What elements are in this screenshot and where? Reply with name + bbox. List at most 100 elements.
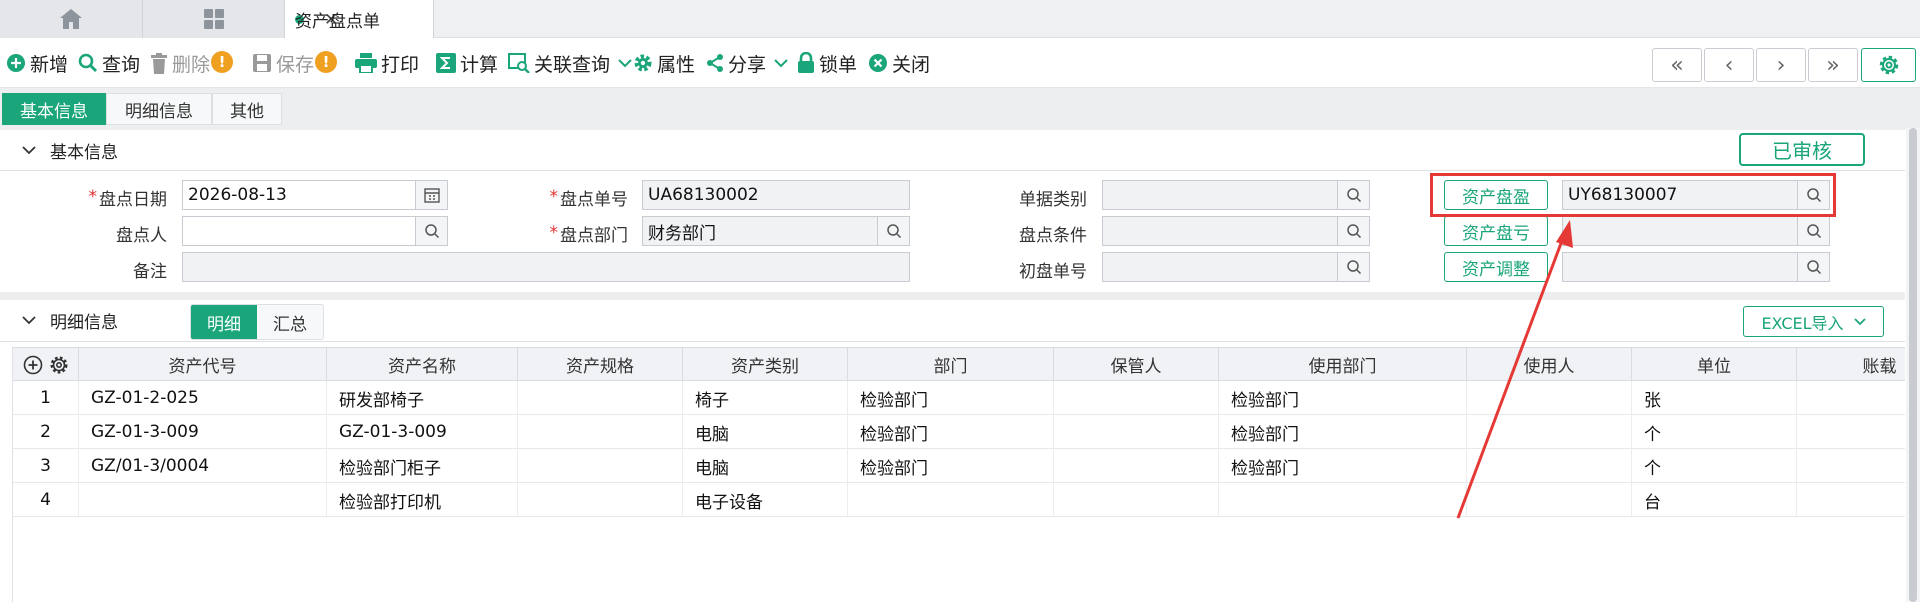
lock-button[interactable]: 锁单: [797, 48, 857, 78]
cell-asset-spec[interactable]: [518, 449, 683, 483]
doc-type-field[interactable]: [1102, 180, 1370, 210]
apps-tab[interactable]: [142, 0, 284, 38]
cell-book[interactable]: [1797, 449, 1905, 483]
cell-book[interactable]: [1797, 483, 1905, 517]
save-warning-icon[interactable]: !: [315, 51, 337, 73]
remark-field[interactable]: [182, 252, 910, 282]
cell-unit[interactable]: 个: [1632, 415, 1797, 449]
table-row[interactable]: 4 检验部打印机 电子设备 台: [13, 483, 1905, 517]
col-user[interactable]: 使用人: [1467, 348, 1632, 381]
vertical-scrollbar[interactable]: [1906, 128, 1920, 602]
col-asset-category[interactable]: 资产类别: [683, 348, 848, 381]
adjust-search-icon[interactable]: [1797, 253, 1829, 281]
cell-unit[interactable]: 台: [1632, 483, 1797, 517]
tab-detail-info[interactable]: 明细信息: [106, 93, 212, 125]
cell-use-dept[interactable]: 检验部门: [1219, 381, 1467, 415]
col-dept[interactable]: 部门: [848, 348, 1054, 381]
table-row[interactable]: 2 GZ-01-3-009 GZ-01-3-009 电脑 检验部门 检验部门 个: [13, 415, 1905, 449]
asset-adjust-button[interactable]: 资产调整: [1444, 252, 1548, 282]
col-asset-name[interactable]: 资产名称: [327, 348, 518, 381]
date-field[interactable]: 2026-08-13: [182, 180, 448, 210]
table-row[interactable]: 3 GZ/01-3/0004 检验部门柜子 电脑 检验部门 检验部门 个: [13, 449, 1905, 483]
cond-search-icon[interactable]: [1337, 217, 1369, 245]
dept-search-icon[interactable]: [877, 217, 909, 245]
dept-field[interactable]: 财务部门: [642, 216, 910, 246]
cell-dept[interactable]: [848, 483, 1054, 517]
cell-asset-code[interactable]: GZ-01-2-025: [79, 381, 327, 415]
basic-info-header[interactable]: 基本信息: [0, 131, 1905, 171]
calculate-button[interactable]: 计算: [436, 48, 498, 78]
attributes-button[interactable]: 属性: [633, 48, 695, 78]
cell-asset-category[interactable]: 电脑: [683, 415, 848, 449]
cell-keeper[interactable]: [1054, 449, 1219, 483]
col-keeper[interactable]: 保管人: [1054, 348, 1219, 381]
cell-unit[interactable]: 个: [1632, 449, 1797, 483]
col-use-dept[interactable]: 使用部门: [1219, 348, 1467, 381]
delete-warning-icon[interactable]: !: [211, 51, 233, 73]
cell-asset-code[interactable]: [79, 483, 327, 517]
cell-asset-name[interactable]: 检验部打印机: [327, 483, 518, 517]
cell-use-dept[interactable]: 检验部门: [1219, 449, 1467, 483]
loss-no-field[interactable]: [1562, 216, 1830, 246]
cell-asset-name[interactable]: 研发部椅子: [327, 381, 518, 415]
tab-summary[interactable]: 汇总: [257, 305, 323, 339]
cell-user[interactable]: [1467, 381, 1632, 415]
first-record-button[interactable]: «: [1652, 48, 1702, 82]
close-button[interactable]: 关闭: [868, 48, 930, 78]
table-row[interactable]: 1 GZ-01-2-025 研发部椅子 椅子 检验部门 检验部门 张: [13, 381, 1905, 415]
cell-dept[interactable]: 检验部门: [848, 381, 1054, 415]
cell-asset-spec[interactable]: [518, 415, 683, 449]
calendar-icon[interactable]: [415, 181, 447, 209]
cell-asset-category[interactable]: 椅子: [683, 381, 848, 415]
col-asset-spec[interactable]: 资产规格: [518, 348, 683, 381]
tab-basic-info[interactable]: 基本信息: [2, 93, 106, 125]
cell-book[interactable]: [1797, 415, 1905, 449]
tab-asset-inventory[interactable]: 资产盘点单 ✕: [284, 0, 434, 39]
cell-keeper[interactable]: [1054, 483, 1219, 517]
col-unit[interactable]: 单位: [1632, 348, 1797, 381]
cell-dept[interactable]: 检验部门: [848, 449, 1054, 483]
tab-other[interactable]: 其他: [212, 93, 282, 125]
save-button[interactable]: 保存: [252, 48, 314, 78]
cell-asset-code[interactable]: GZ/01-3/0004: [79, 449, 327, 483]
cell-user[interactable]: [1467, 449, 1632, 483]
adjust-no-field[interactable]: [1562, 252, 1830, 282]
delete-button[interactable]: 删除: [150, 48, 210, 78]
inventory-no-field[interactable]: UA68130002: [642, 180, 910, 210]
scrollbar-thumb[interactable]: [1909, 128, 1917, 602]
related-query-button[interactable]: 关联查询: [508, 48, 632, 78]
prev-record-button[interactable]: ‹: [1704, 48, 1754, 82]
cell-unit[interactable]: 张: [1632, 381, 1797, 415]
cell-dept[interactable]: 检验部门: [848, 415, 1054, 449]
cell-user[interactable]: [1467, 483, 1632, 517]
cell-asset-category[interactable]: 电子设备: [683, 483, 848, 517]
column-settings-gear-icon[interactable]: [49, 355, 69, 375]
print-button[interactable]: 打印: [355, 48, 419, 78]
type-search-icon[interactable]: [1337, 181, 1369, 209]
cell-asset-category[interactable]: 电脑: [683, 449, 848, 483]
cell-keeper[interactable]: [1054, 381, 1219, 415]
query-button[interactable]: 查询: [78, 48, 140, 78]
next-record-button[interactable]: ›: [1756, 48, 1806, 82]
condition-field[interactable]: [1102, 216, 1370, 246]
cell-asset-name[interactable]: 检验部门柜子: [327, 449, 518, 483]
cell-use-dept[interactable]: [1219, 483, 1467, 517]
cell-use-dept[interactable]: 检验部门: [1219, 415, 1467, 449]
add-row-icon[interactable]: [23, 355, 43, 375]
cell-asset-spec[interactable]: [518, 381, 683, 415]
new-button[interactable]: 新增: [6, 48, 68, 78]
initial-no-field[interactable]: [1102, 252, 1370, 282]
cell-user[interactable]: [1467, 415, 1632, 449]
person-search-icon[interactable]: [415, 217, 447, 245]
cell-book[interactable]: [1797, 381, 1905, 415]
share-button[interactable]: 分享: [706, 48, 788, 78]
cell-asset-spec[interactable]: [518, 483, 683, 517]
initial-search-icon[interactable]: [1337, 253, 1369, 281]
col-book[interactable]: 账载: [1797, 348, 1905, 381]
cell-asset-code[interactable]: GZ-01-3-009: [79, 415, 327, 449]
col-asset-code[interactable]: 资产代号: [79, 348, 327, 381]
person-field[interactable]: [182, 216, 448, 246]
loss-search-icon[interactable]: [1797, 217, 1829, 245]
excel-import-button[interactable]: EXCEL导入: [1743, 306, 1884, 337]
tab-detail[interactable]: 明细: [191, 305, 257, 339]
